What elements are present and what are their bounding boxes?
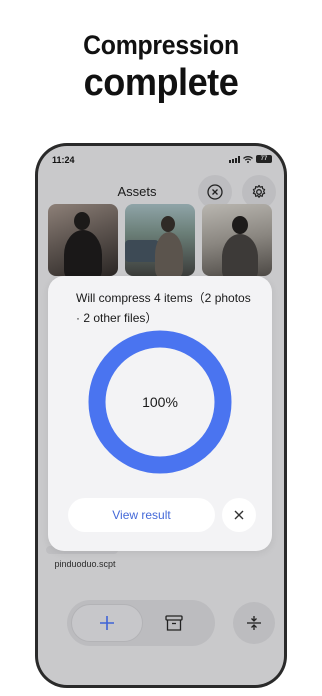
progress-percent: 100% (142, 394, 178, 410)
archive-box-icon (165, 615, 183, 631)
battery-icon: 77 (256, 155, 272, 163)
close-icon (234, 510, 244, 520)
gear-icon (252, 184, 266, 198)
dialog-close-button[interactable] (222, 498, 256, 532)
view-result-button[interactable]: View result (68, 498, 215, 532)
status-icons: 77 (229, 155, 272, 163)
plus-icon (100, 616, 114, 630)
compression-dialog: Will compress 4 items（2 photos · 2 other… (48, 276, 272, 551)
signal-icon (229, 155, 240, 163)
thumbnail-photo-2[interactable] (125, 204, 195, 276)
add-button[interactable] (71, 604, 143, 642)
dialog-message: Will compress 4 items（2 photos · 2 other… (76, 291, 251, 325)
headline-line-1: Compression (83, 30, 239, 60)
wifi-icon (243, 155, 253, 163)
compress-icon (247, 616, 261, 630)
compress-button[interactable] (233, 602, 275, 644)
archive-button[interactable] (156, 608, 192, 638)
close-icon (207, 184, 223, 200)
thumbnail-photo-1[interactable] (48, 204, 118, 276)
status-time: 11:24 (52, 155, 75, 165)
file-name: pinduoduo.scpt (54, 559, 116, 569)
thumbnail-photo-3[interactable] (202, 204, 272, 276)
phone-screen: 11:24 77 Assets pinduoduo.scpt Will comp… (38, 146, 284, 685)
headline-line-2: complete (83, 62, 239, 104)
